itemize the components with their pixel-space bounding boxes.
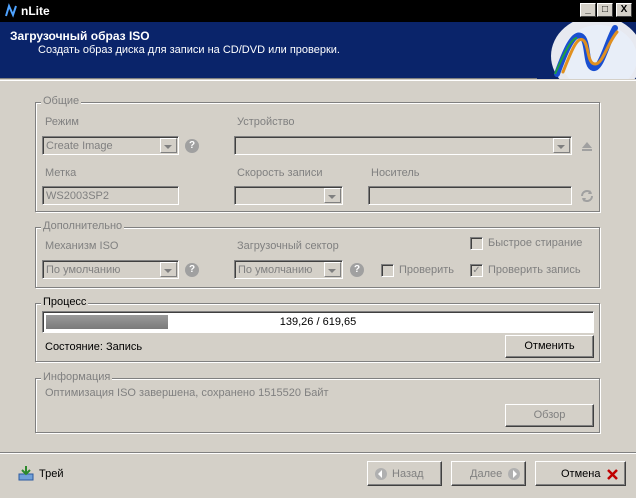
tray-button[interactable]: Трей [18, 465, 78, 483]
help-icon[interactable]: ? [350, 263, 364, 277]
help-icon[interactable]: ? [185, 139, 199, 153]
chevron-down-icon[interactable] [324, 262, 341, 277]
volume-label-input[interactable]: WS2003SP2 [42, 186, 179, 205]
close-x-icon [607, 469, 618, 480]
back-label: Назад [392, 468, 424, 480]
close-button[interactable]: X [616, 3, 632, 17]
iso-engine-combobox[interactable]: По умолчанию [42, 260, 179, 279]
browse-button[interactable]: Обзор [505, 404, 594, 427]
media-label: Носитель [371, 167, 420, 179]
nlite-app-icon [5, 3, 17, 18]
iso-engine-label: Механизм ISO [45, 240, 119, 252]
back-button[interactable]: Назад [367, 461, 442, 486]
write-speed-label: Скорость записи [237, 167, 323, 179]
page-title: Загрузочный образ ISO [10, 29, 150, 43]
verify-checkbox[interactable] [381, 264, 394, 277]
window-title: nLite [21, 4, 50, 18]
eject-icon[interactable] [579, 138, 595, 154]
mode-label: Режим [45, 116, 79, 128]
maximize-button[interactable]: □ [597, 3, 613, 17]
status-value: Запись [106, 341, 143, 353]
title-bar[interactable] [0, 0, 636, 22]
verify-burn-label: Проверить запись [488, 264, 581, 276]
verify-label: Проверить [399, 264, 455, 276]
quick-erase-checkbox[interactable] [470, 237, 483, 250]
chevron-down-icon[interactable] [160, 138, 177, 153]
cancel-label: Отмена [561, 468, 601, 480]
minimize-button[interactable]: _ [580, 3, 596, 17]
tray-icon [18, 466, 34, 481]
device-combobox[interactable] [234, 136, 572, 155]
cancel-process-button[interactable]: Отменить [505, 335, 594, 358]
next-arrow-icon [508, 468, 520, 480]
device-label: Устройство [237, 116, 295, 128]
boot-sector-combobox[interactable]: По умолчанию [234, 260, 343, 279]
progress-text: 139,26 / 619,65 [279, 316, 357, 328]
mode-combobox[interactable]: Create Image [42, 136, 179, 155]
process-legend: Процесс [41, 296, 89, 308]
info-text: Оптимизация ISO завершена, сохранено 151… [45, 387, 329, 399]
verify-burn-checkbox[interactable]: ✓ [470, 264, 483, 277]
chevron-down-icon[interactable] [324, 188, 341, 203]
page-subtitle: Создать образ диска для записи на CD/DVD… [38, 44, 340, 56]
info-legend: Информация [41, 371, 113, 383]
next-button[interactable]: Далее [451, 461, 526, 486]
boot-sector-label: Загрузочный сектор [237, 240, 339, 252]
advanced-legend: Дополнительно [41, 220, 125, 232]
progress-bar: 139,26 / 619,65 [42, 311, 594, 333]
boot-sector-value: По умолчанию [238, 264, 313, 276]
volume-label-label: Метка [45, 167, 77, 179]
write-speed-combobox[interactable] [234, 186, 343, 205]
refresh-icon[interactable] [579, 188, 595, 204]
mode-value: Create Image [46, 140, 113, 152]
nlite-logo-icon [537, 22, 636, 79]
next-label: Далее [470, 468, 503, 480]
media-input[interactable] [368, 186, 572, 205]
iso-engine-value: По умолчанию [46, 264, 121, 276]
tray-label: Трей [39, 468, 64, 480]
chevron-down-icon[interactable] [553, 138, 570, 153]
header-divider [0, 80, 636, 81]
back-arrow-icon [375, 468, 387, 480]
footer-divider [0, 452, 636, 454]
cancel-wizard-button[interactable]: Отмена [535, 461, 626, 486]
status-label: Состояние: [45, 341, 103, 353]
chevron-down-icon[interactable] [160, 262, 177, 277]
quick-erase-label: Быстрое стирание [488, 237, 583, 249]
help-icon[interactable]: ? [185, 263, 199, 277]
general-legend: Общие [41, 95, 82, 107]
